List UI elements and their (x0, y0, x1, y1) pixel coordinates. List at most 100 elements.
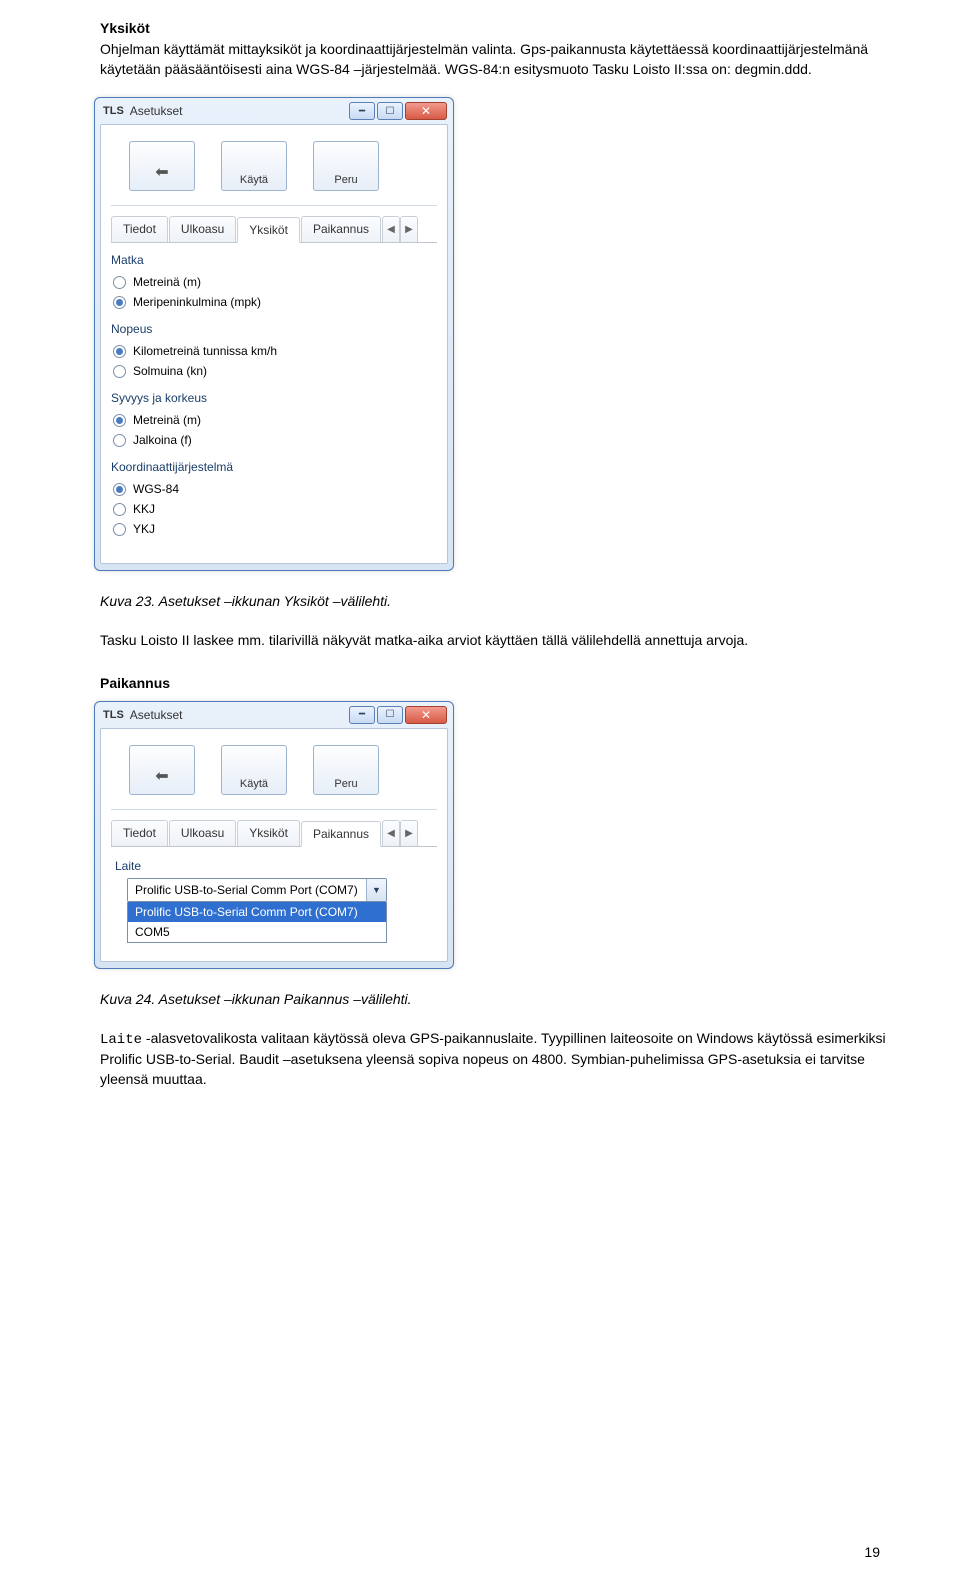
close-icon: ✕ (421, 104, 431, 118)
radio-icon (113, 296, 126, 309)
minimize-button[interactable]: ━ (349, 706, 375, 724)
radio-icon (113, 503, 126, 516)
window-asetukset-yksikot: TLS Asetukset ━ ☐ ✕ ⬅ Käytä Peru Tiedot … (94, 97, 454, 571)
undo-label: Peru (334, 778, 357, 790)
radio-syvyys-m[interactable]: Metreinä (m) (111, 410, 437, 430)
tab-tiedot[interactable]: Tiedot (111, 820, 168, 846)
radio-icon (113, 523, 126, 536)
app-sigil: TLS (103, 709, 124, 721)
close-button[interactable]: ✕ (405, 102, 447, 120)
figure-caption-24: Kuva 24. Asetukset –ikkunan Paikannus –v… (100, 991, 890, 1007)
device-combo-list: Prolific USB-to-Serial Comm Port (COM7) … (127, 902, 387, 943)
maximize-icon: ☐ (386, 709, 395, 720)
group-title-laite: Laite (115, 859, 433, 873)
section-heading-paikannus: Paikannus (100, 675, 890, 691)
chevron-left-icon: ◀ (387, 828, 395, 839)
close-icon: ✕ (421, 708, 431, 722)
window-controls: ━ ☐ ✕ (349, 102, 447, 120)
minimize-button[interactable]: ━ (349, 102, 375, 120)
back-button[interactable]: ⬅ (129, 745, 195, 795)
use-label: Käytä (240, 778, 268, 790)
tab-tiedot[interactable]: Tiedot (111, 216, 168, 242)
tab-scroll-left[interactable]: ◀ (382, 820, 400, 846)
tab-scroll-left[interactable]: ◀ (382, 216, 400, 242)
group-nopeus: Nopeus Kilometreinä tunnissa km/h Solmui… (111, 322, 437, 381)
code-laite: Laite (100, 1032, 142, 1048)
paragraph-3-rest: -alasvetovalikosta valitaan käytössä ole… (100, 1030, 886, 1087)
titlebar-left: TLS Asetukset (103, 104, 182, 118)
group-title-syvyys: Syvyys ja korkeus (111, 391, 437, 405)
undo-button[interactable]: Peru (313, 745, 379, 795)
radio-icon (113, 414, 126, 427)
radio-icon (113, 365, 126, 378)
radio-matka-mpk[interactable]: Meripeninkulmina (mpk) (111, 292, 437, 312)
device-option-com5[interactable]: COM5 (128, 922, 386, 942)
page-number: 19 (864, 1544, 880, 1560)
group-title-matka: Matka (111, 253, 437, 267)
radio-nopeus-kn[interactable]: Solmuina (kn) (111, 361, 437, 381)
radio-koord-kkj[interactable]: KKJ (111, 499, 437, 519)
group-syvyys: Syvyys ja korkeus Metreinä (m) Jalkoina … (111, 391, 437, 450)
paragraph-3: Laite -alasvetovalikosta valitaan käytös… (100, 1029, 890, 1090)
use-button[interactable]: Käytä (221, 745, 287, 795)
toolbar: ⬅ Käytä Peru (111, 737, 437, 810)
group-laite: Laite Prolific USB-to-Serial Comm Port (… (111, 857, 437, 945)
paragraph-2: Tasku Loisto II laskee mm. tilarivillä n… (100, 631, 890, 651)
chevron-right-icon: ▶ (405, 828, 413, 839)
tab-yksikot[interactable]: Yksiköt (237, 217, 300, 243)
radio-icon (113, 483, 126, 496)
group-koordinaatti: Koordinaattijärjestelmä WGS-84 KKJ YKJ (111, 460, 437, 539)
maximize-button[interactable]: ☐ (377, 706, 403, 724)
window-title: Asetukset (130, 104, 183, 118)
group-matka: Matka Metreinä (m) Meripeninkulmina (mpk… (111, 253, 437, 312)
arrow-left-icon: ⬅ (155, 766, 168, 786)
radio-icon (113, 345, 126, 358)
arrow-left-icon: ⬅ (155, 162, 168, 182)
tab-scroll-right[interactable]: ▶ (400, 216, 418, 242)
window-controls: ━ ☐ ✕ (349, 706, 447, 724)
app-sigil: TLS (103, 105, 124, 117)
radio-matka-metre[interactable]: Metreinä (m) (111, 272, 437, 292)
tab-ulkoasu[interactable]: Ulkoasu (169, 820, 236, 846)
window-body: ⬅ Käytä Peru Tiedot Ulkoasu Yksiköt Paik… (100, 728, 448, 962)
back-button[interactable]: ⬅ (129, 141, 195, 191)
tab-paikannus[interactable]: Paikannus (301, 216, 381, 242)
tab-yksikot[interactable]: Yksiköt (237, 820, 300, 846)
radio-nopeus-kmh[interactable]: Kilometreinä tunnissa km/h (111, 341, 437, 361)
device-combo-button[interactable]: ▼ (366, 879, 386, 901)
window-body: ⬅ Käytä Peru Tiedot Ulkoasu Yksiköt Paik… (100, 124, 448, 564)
radio-icon (113, 276, 126, 289)
use-button[interactable]: Käytä (221, 141, 287, 191)
radio-label: Metreinä (m) (133, 413, 201, 427)
section-heading-yksikot: Yksiköt (100, 20, 890, 36)
radio-label: Kilometreinä tunnissa km/h (133, 344, 277, 358)
tab-row: Tiedot Ulkoasu Yksiköt Paikannus ◀ ▶ (111, 820, 437, 847)
maximize-icon: ☐ (386, 106, 395, 117)
window-title: Asetukset (130, 708, 183, 722)
window-asetukset-paikannus: TLS Asetukset ━ ☐ ✕ ⬅ Käytä Peru Tiedot … (94, 701, 454, 969)
paragraph-1: Ohjelman käyttämät mittayksiköt ja koord… (100, 40, 890, 79)
radio-koord-wgs84[interactable]: WGS-84 (111, 479, 437, 499)
radio-syvyys-f[interactable]: Jalkoina (f) (111, 430, 437, 450)
radio-label: KKJ (133, 502, 155, 516)
minimize-icon: ━ (359, 709, 365, 720)
titlebar-left: TLS Asetukset (103, 708, 182, 722)
maximize-button[interactable]: ☐ (377, 102, 403, 120)
radio-label: WGS-84 (133, 482, 179, 496)
chevron-right-icon: ▶ (405, 224, 413, 235)
toolbar: ⬅ Käytä Peru (111, 133, 437, 206)
radio-koord-ykj[interactable]: YKJ (111, 519, 437, 539)
titlebar: TLS Asetukset ━ ☐ ✕ (95, 702, 453, 728)
chevron-down-icon: ▼ (372, 885, 381, 895)
group-title-koord: Koordinaattijärjestelmä (111, 460, 437, 474)
device-option-selected[interactable]: Prolific USB-to-Serial Comm Port (COM7) (128, 902, 386, 922)
tab-scroll-right[interactable]: ▶ (400, 820, 418, 846)
group-title-nopeus: Nopeus (111, 322, 437, 336)
tab-paikannus[interactable]: Paikannus (301, 821, 381, 847)
undo-button[interactable]: Peru (313, 141, 379, 191)
device-combo[interactable]: Prolific USB-to-Serial Comm Port (COM7) … (127, 878, 387, 902)
tab-ulkoasu[interactable]: Ulkoasu (169, 216, 236, 242)
close-button[interactable]: ✕ (405, 706, 447, 724)
radio-label: Meripeninkulmina (mpk) (133, 295, 261, 309)
figure-caption-23: Kuva 23. Asetukset –ikkunan Yksiköt –väl… (100, 593, 890, 609)
